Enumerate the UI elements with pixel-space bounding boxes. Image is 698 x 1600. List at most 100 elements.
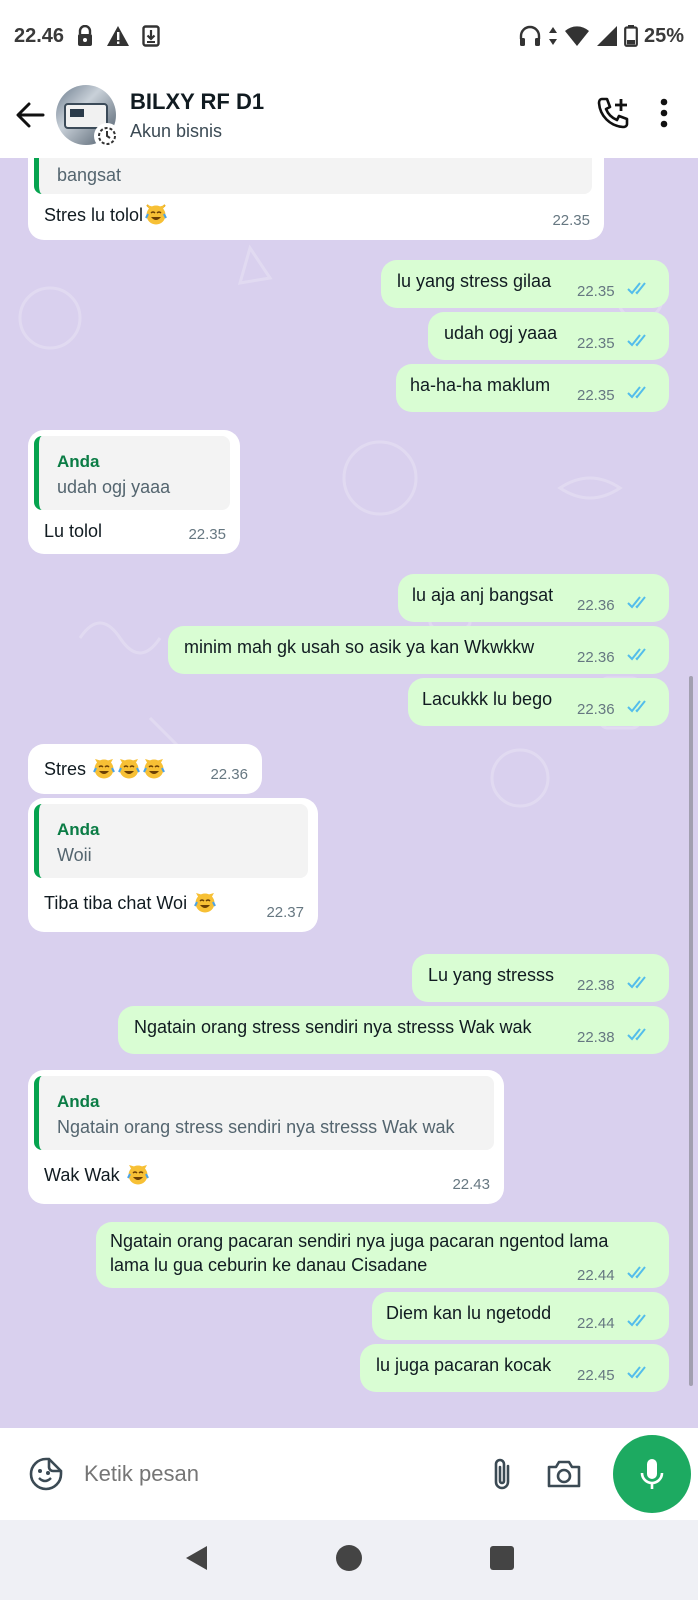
contact-info[interactable]: BILXY RF D1 Akun bisnis [130, 89, 264, 142]
message-text: Tiba tiba chat Woi [44, 890, 217, 915]
double-check-icon [627, 976, 646, 989]
message-incoming[interactable]: Anda Ngatain orang stress sendiri nya st… [28, 1070, 504, 1204]
cat-tears-of-joy-icon [145, 204, 167, 225]
message-text: Ngatain orang stress sendiri nya stresss… [134, 1017, 532, 1037]
message-text: Stres [44, 756, 166, 781]
wifi-icon [564, 25, 590, 47]
double-check-icon [627, 596, 646, 609]
quoted-message[interactable]: bangsat [34, 158, 592, 194]
message-time: 22.36 [577, 649, 615, 666]
message-text-line2: lama lu gua ceburin ke danau Cisadane [110, 1255, 428, 1275]
message-text: Lu yang stresss [428, 965, 555, 985]
nav-back-icon[interactable] [183, 1544, 209, 1577]
back-arrow-icon[interactable] [4, 85, 56, 145]
message-text: Diem kan lu ngetodd [386, 1303, 552, 1323]
cat-tears-of-joy-icon [93, 759, 115, 779]
message-time: 22.36 [577, 597, 615, 614]
message-outgoing[interactable]: ha-ha-ha maklum 22.35 [396, 364, 669, 412]
message-time: 22.38 [577, 1029, 615, 1046]
quoted-message[interactable]: Anda udah ogj yaaa [34, 436, 230, 510]
cat-tears-of-joy-icon [126, 1165, 149, 1185]
message-composer [10, 1435, 604, 1513]
headphones-icon [518, 25, 542, 47]
scrollbar[interactable] [689, 676, 693, 1386]
message-text: Lacukkk lu bego [422, 689, 553, 709]
message-time: 22.35 [577, 387, 615, 404]
quoted-message[interactable]: Anda Ngatain orang stress sendiri nya st… [34, 1076, 494, 1150]
quoted-text: bangsat [57, 165, 122, 185]
message-outgoing[interactable]: minim mah gk usah so asik ya kan Wkwkkw … [168, 626, 669, 674]
message-text: lu juga pacaran kocak [376, 1355, 552, 1375]
message-list[interactable]: bangsat Stres lu tolol 22.35 lu yang str… [0, 158, 698, 1428]
double-check-icon [627, 1028, 646, 1041]
message-outgoing[interactable]: Lu yang stresss 22.38 [412, 954, 669, 1002]
status-bar: 22.46 25% [0, 0, 698, 72]
cat-tears-of-joy-icon [143, 759, 165, 779]
message-outgoing[interactable]: Ngatain orang pacaran sendiri nya juga p… [96, 1222, 669, 1288]
double-check-icon [627, 282, 646, 295]
download-icon [142, 25, 160, 47]
business-badge-icon [94, 123, 120, 149]
message-time: 22.44 [577, 1315, 615, 1332]
message-text: Stres lu tolol [44, 202, 168, 227]
double-check-icon [627, 386, 646, 399]
mic-icon [640, 1459, 664, 1489]
message-input[interactable] [84, 1461, 480, 1487]
message-outgoing[interactable]: Diem kan lu ngetodd 22.44 [372, 1292, 669, 1340]
chat-header: BILXY RF D1 Akun bisnis [0, 72, 698, 158]
message-time: 22.36 [577, 701, 615, 718]
message-outgoing[interactable]: lu aja anj bangsat 22.36 [398, 574, 669, 622]
message-time: 22.35 [188, 526, 226, 543]
quoted-author: Anda [57, 1092, 100, 1111]
message-outgoing[interactable]: Lacukkk lu bego 22.36 [408, 678, 669, 726]
sticker-icon[interactable] [26, 1454, 66, 1494]
message-time: 22.43 [452, 1176, 490, 1193]
signal-icon [596, 25, 618, 47]
message-incoming[interactable]: Stres 22.36 [28, 744, 262, 794]
double-check-icon [627, 1266, 646, 1279]
message-time: 22.38 [577, 977, 615, 994]
system-nav-bar [0, 1520, 698, 1600]
quoted-text: Woii [57, 845, 92, 865]
message-time: 22.35 [577, 283, 615, 300]
battery-percent: 25% [643, 24, 684, 47]
more-vert-icon[interactable] [660, 98, 668, 133]
message-outgoing[interactable]: lu yang stress gilaa 22.35 [381, 260, 669, 308]
message-text: Wak Wak [44, 1162, 150, 1187]
paperclip-icon[interactable] [480, 1452, 524, 1496]
message-text: ha-ha-ha maklum [410, 375, 551, 395]
message-time: 22.35 [552, 212, 590, 229]
message-text: Lu tolol [44, 521, 103, 541]
nav-recents-icon[interactable] [489, 1545, 515, 1576]
double-check-icon [627, 334, 646, 347]
double-check-icon [627, 1366, 646, 1379]
message-text: lu yang stress gilaa [397, 271, 552, 291]
message-incoming[interactable]: bangsat Stres lu tolol 22.35 [28, 158, 604, 240]
battery-icon [624, 25, 638, 47]
camera-icon[interactable] [542, 1452, 586, 1496]
double-check-icon [627, 700, 646, 713]
mic-button[interactable] [613, 1435, 691, 1513]
warning-icon [106, 25, 130, 47]
avatar[interactable] [56, 85, 120, 149]
quoted-text: udah ogj yaaa [57, 477, 171, 497]
message-text: Ngatain orang pacaran sendiri nya juga p… [110, 1231, 609, 1251]
quoted-text: Ngatain orang stress sendiri nya stresss… [57, 1117, 455, 1137]
message-text: lu aja anj bangsat [412, 585, 554, 605]
message-time: 22.36 [210, 766, 248, 783]
cat-tears-of-joy-icon [118, 759, 140, 779]
data-arrows-icon [548, 25, 558, 47]
add-call-icon[interactable] [596, 96, 630, 135]
nav-home-icon[interactable] [335, 1544, 363, 1577]
message-outgoing[interactable]: lu juga pacaran kocak 22.45 [360, 1344, 669, 1392]
message-incoming[interactable]: Anda udah ogj yaaa Lu tolol 22.35 [28, 430, 240, 554]
message-time: 22.44 [577, 1267, 615, 1284]
message-outgoing[interactable]: udah ogj yaaa 22.35 [428, 312, 669, 360]
quoted-author: Anda [57, 820, 100, 839]
quoted-message[interactable]: Anda Woii [34, 804, 308, 878]
contact-name: BILXY RF D1 [130, 88, 265, 114]
message-incoming[interactable]: Anda Woii Tiba tiba chat Woi 22.37 [28, 798, 318, 932]
message-outgoing[interactable]: Ngatain orang stress sendiri nya stresss… [118, 1006, 669, 1054]
message-time: 22.35 [577, 335, 615, 352]
clock: 22.46 [14, 24, 65, 47]
